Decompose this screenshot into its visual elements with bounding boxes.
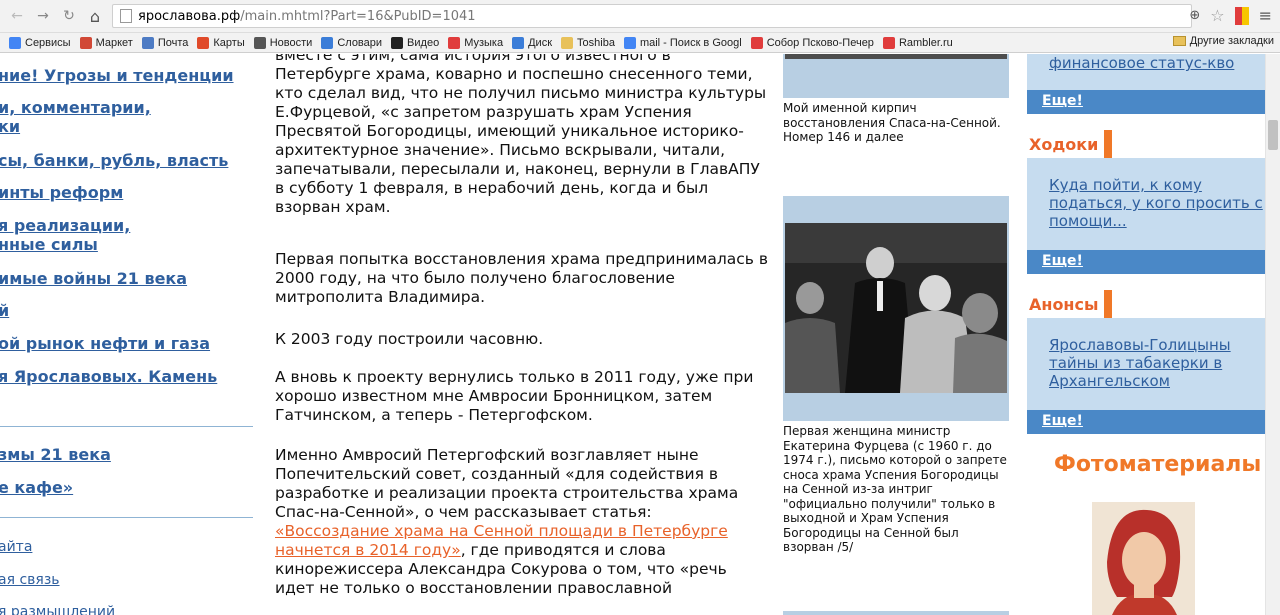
scrollbar-thumb[interactable] [1268,120,1278,150]
bookmark-icon [882,36,895,49]
back-arrow-icon[interactable]: ← [6,5,28,27]
sidebar-box: Куда пойти, к кому податься, у кого прос… [1027,158,1265,250]
nav-link-threats[interactable]: ние! Угрозы и тенденции [0,67,234,85]
nav-link-reforms[interactable]: инты реформ [0,184,123,202]
page-content: ние! Угрозы и тенденции и, комментарии, … [0,54,1265,615]
sidebar-heading-anonsy: Анонсы [1027,290,1113,318]
folder-icon [1172,36,1186,46]
page-icon [120,9,132,23]
photo-frame-bottom [783,611,1009,615]
sidebar-heading-khodoki: Ходоки [1027,130,1113,158]
more-link[interactable]: Еще! [1042,93,1083,109]
nav-link-comments[interactable]: и, комментарии, [0,99,151,117]
bookmark-item[interactable]: Новости [253,36,312,49]
portrait-photo[interactable] [1092,502,1195,615]
nav-link-site[interactable]: айта [0,538,32,556]
nav-link-oil-gas[interactable]: ой рынок нефти и газа [0,335,210,353]
sidebar-link[interactable]: Ярославовы-Голицыны тайны из табакерки в… [1049,336,1265,390]
bookmark-item[interactable]: Маркет [79,36,133,49]
bookmark-icon [321,36,334,49]
forward-arrow-icon[interactable]: → [32,5,54,27]
reload-icon[interactable]: ↻ [58,5,80,27]
furtseva-photo-frame [783,196,1009,421]
bookmark-icon [561,36,574,49]
bookmark-item[interactable]: Диск [512,36,552,49]
bookmark-icon [79,36,92,49]
bookmark-item[interactable]: Сервисы [9,36,71,49]
bookmark-icon [750,36,763,49]
url-text: ярославова.рф/main.mhtml?Part=16&PubID=1… [138,8,476,24]
nav-link-cafe[interactable]: е кафе» [0,479,73,497]
photo-materials-heading: Фотоматериалы [1054,452,1262,477]
paragraph: К 2003 году построили часовню. [275,330,544,348]
more-bar: Еще! [1027,250,1265,274]
menu-icon[interactable]: ≡ [1259,6,1272,25]
bookmark-item[interactable]: mail - Поиск в Googl [623,36,742,49]
home-icon[interactable]: ⌂ [84,5,106,27]
bookmark-item[interactable]: Собор Псково-Печер [750,36,874,49]
nav-divider [0,517,253,518]
bookmark-icon [253,36,266,49]
bookmark-item[interactable]: Toshiba [561,36,615,49]
bookmark-icon [197,36,210,49]
nav-link-comments-2[interactable]: ки [0,118,20,136]
nav-link-forces[interactable]: нные силы [0,236,98,254]
left-navigation: ние! Угрозы и тенденции и, комментарии, … [0,54,260,615]
more-link[interactable]: Еще! [1042,413,1083,429]
bookmark-item[interactable]: Видео [391,36,439,49]
bookmark-icon [9,36,21,49]
brick-photo [783,54,1009,98]
zoom-icon[interactable]: ⊕ [1189,8,1200,23]
sidebar-box: Ярославовы-Голицыны тайны из табакерки в… [1027,318,1265,410]
image-caption: Первая женщина министр Екатерина Фурцева… [783,424,1007,554]
bookmark-star-icon[interactable]: ☆ [1210,6,1224,25]
bookmark-item[interactable]: Почта [141,36,188,49]
sidebar-link[interactable]: финансовое статус-кво [1049,54,1265,72]
bookmark-item[interactable]: Музыка [448,36,503,49]
bookmark-icon [623,36,636,49]
paragraph: А вновь к проекту вернулись только в 201… [275,368,754,424]
nav-divider [0,426,253,427]
address-bar[interactable]: ярославова.рф/main.mhtml?Part=16&PubID=1… [112,4,1192,28]
image-caption: Мой именной кирпич восстановления Спаса-… [783,101,1001,144]
paragraph: Именно Амвросий Петергофский возглавляет… [275,446,739,597]
nav-link-realization[interactable]: я реализации, [0,217,130,235]
browser-toolbar: ← → ↻ ⌂ ярославова.рф/main.mhtml?Part=16… [0,0,1280,33]
page-scrollbar[interactable] [1265,54,1280,615]
nav-link-yaroslavov[interactable]: я Ярославовых. Камень [0,368,217,386]
bookmark-icon [391,36,404,49]
bookmark-item[interactable]: Карты [197,36,245,49]
sidebar-link[interactable]: Куда пойти, к кому податься, у кого прос… [1049,176,1265,230]
bookmark-icon [141,36,154,49]
paragraph: вместе с этим, сама история этого извест… [275,54,767,216]
extension-flag-icon[interactable] [1234,6,1249,25]
nav-link-finance[interactable]: сы, банки, рубль, власть [0,152,228,170]
bookmark-item[interactable]: Словари [321,36,382,49]
more-bar: Еще! [1027,410,1265,434]
nav-link-isms[interactable]: змы 21 века [0,446,111,464]
nav-link-feedback[interactable]: ая связь [0,571,60,589]
nav-link-short[interactable]: й [0,302,9,320]
nav-link-wars[interactable]: имые войны 21 века [0,270,187,288]
bookmark-icon [448,36,461,49]
bookmark-item[interactable]: Rambler.ru [882,36,953,49]
paragraph: Первая попытка восстановления храма пред… [275,250,768,306]
bookmarks-bar: Сервисы Маркет Почта Карты Новости Словари Вид… [0,33,1280,53]
more-bar: Еще! [1027,90,1265,114]
furtseva-photo [785,223,1007,393]
bookmark-icon [512,36,525,49]
other-bookmarks-button[interactable]: Другие закладки [1172,35,1274,47]
more-link[interactable]: Еще! [1042,253,1083,269]
nav-link-thoughts[interactable]: я размышлений [0,603,115,615]
sidebar-box: финансовое статус-кво [1027,54,1265,90]
